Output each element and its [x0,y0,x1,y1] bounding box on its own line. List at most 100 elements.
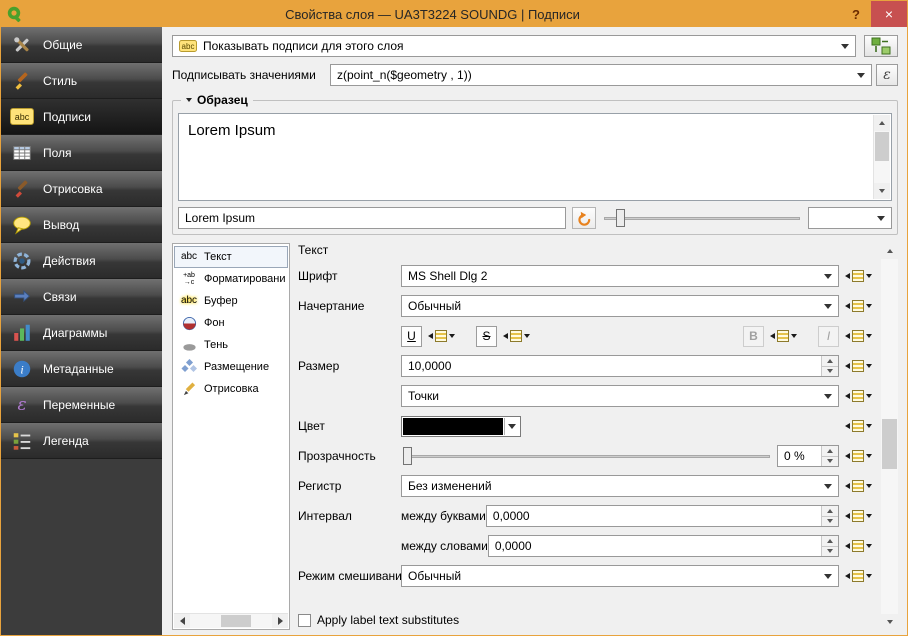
data-defined-word-spacing-button[interactable] [843,536,873,557]
scroll-thumb[interactable] [882,419,897,469]
scroll-thumb[interactable] [221,615,251,627]
data-defined-bold-button[interactable] [768,326,798,347]
close-button[interactable]: × [871,1,907,27]
transparency-slider[interactable] [401,445,772,467]
sidebar-item-label: Диаграммы [43,326,107,340]
word-spacing-spinbox[interactable] [488,535,839,557]
data-defined-units-button[interactable] [843,386,873,407]
tab-list-hscrollbar[interactable] [174,613,288,628]
transparency-input[interactable] [778,446,821,466]
transparency-spinbox[interactable] [777,445,839,467]
letter-spacing-spinbox[interactable] [486,505,839,527]
scroll-right-button[interactable] [272,614,288,628]
scroll-thumb[interactable] [875,132,889,161]
reset-sample-button[interactable] [572,207,596,229]
sidebar-item-display[interactable]: Вывод [1,207,162,243]
sidebar-item-legend[interactable]: Легенда [1,423,162,459]
data-defined-case-button[interactable] [843,476,873,497]
size-input[interactable] [402,356,821,376]
substitutes-checkbox[interactable] [298,614,311,627]
sidebar-item-style[interactable]: Стиль [1,63,162,99]
expression-builder-button[interactable]: ε [876,64,898,86]
transparency-row: Прозрачность [298,445,873,467]
chevron-down-icon [877,216,885,221]
preview-scrollbar[interactable] [873,115,890,199]
tab-background[interactable]: Фон [174,312,288,334]
tab-formatting[interactable]: +ab→c Форматировани [174,268,288,290]
data-defined-letter-spacing-button[interactable] [843,506,873,527]
sample-background-combo[interactable] [808,207,892,229]
tab-text[interactable]: abc Текст [174,246,288,268]
underline-button[interactable]: U [401,326,422,347]
size-spinbox[interactable] [401,355,839,377]
data-defined-style-button[interactable] [843,296,873,317]
spin-up-button[interactable] [822,536,838,547]
blend-mode-combo[interactable]: Обычный [401,565,839,587]
sample-text-row [178,207,892,229]
spin-down-button[interactable] [822,547,838,557]
scroll-down-button[interactable] [874,183,890,199]
slider-thumb[interactable] [616,209,625,227]
sidebar-item-labels[interactable]: abc Подписи [1,99,162,135]
sample-group-title[interactable]: Образец [181,93,253,107]
data-defined-size-button[interactable] [843,356,873,377]
sidebar-item-actions[interactable]: Действия [1,243,162,279]
data-defined-strikeout-button[interactable] [501,326,531,347]
style-combo[interactable]: Обычный [401,295,839,317]
scroll-up-button[interactable] [874,115,890,131]
data-defined-blend-button[interactable] [843,566,873,587]
sample-preview: Lorem Ipsum [178,113,892,201]
spin-up-button[interactable] [822,356,838,367]
tab-rendering[interactable]: Отрисовка [174,378,288,400]
show-labels-combo[interactable]: abc Показывать подписи для этого слоя [172,35,856,57]
slider-thumb[interactable] [403,447,412,465]
word-spacing-input[interactable] [489,536,821,556]
data-defined-underline-button[interactable] [426,326,456,347]
spin-down-button[interactable] [822,457,838,467]
bar-chart-icon [10,321,34,345]
panel-vscrollbar[interactable] [881,243,898,630]
automated-placement-button[interactable] [864,35,898,57]
sidebar-item-general[interactable]: Общие [1,27,162,63]
scroll-up-button[interactable] [881,243,898,259]
spin-up-button[interactable] [822,446,838,457]
scroll-track[interactable] [881,259,898,614]
strikeout-button[interactable]: S [476,326,497,347]
scroll-left-button[interactable] [174,614,190,628]
letter-spacing-input[interactable] [487,506,821,526]
sidebar-item-rendering[interactable]: Отрисовка [1,171,162,207]
spacing-label: Интервал [298,509,401,523]
expression-combo[interactable] [330,64,872,86]
sidebar-item-diagrams[interactable]: Диаграммы [1,315,162,351]
sidebar-item-label: Поля [43,146,72,160]
help-button[interactable]: ? [841,1,871,27]
background-sphere-icon [178,316,200,331]
color-dropdown-arrow[interactable] [504,418,519,435]
font-combo[interactable]: MS Shell Dlg 2 [401,265,839,287]
spin-up-button[interactable] [822,506,838,517]
units-combo[interactable]: Точки [401,385,839,407]
data-defined-color-button[interactable] [843,416,873,437]
spin-down-button[interactable] [822,517,838,527]
tab-label: Текст [204,251,232,263]
tab-buffer[interactable]: abc Буфер [174,290,288,312]
sidebar-item-metadata[interactable]: i Метаданные [1,351,162,387]
data-defined-font-button[interactable] [843,266,873,287]
case-combo[interactable]: Без изменений [401,475,839,497]
tab-placement[interactable]: Размещение [174,356,288,378]
scroll-track[interactable] [190,614,272,628]
sidebar-item-fields[interactable]: Поля [1,135,162,171]
sample-text-input[interactable] [178,207,566,229]
scroll-track[interactable] [874,131,890,183]
sidebar-item-variables[interactable]: ε Переменные [1,387,162,423]
sidebar-item-joins[interactable]: Связи [1,279,162,315]
spin-down-button[interactable] [822,367,838,377]
sample-preview-text: Lorem Ipsum [188,122,276,139]
tab-shadow[interactable]: Тень [174,334,288,356]
data-defined-transparency-button[interactable] [843,446,873,467]
color-button[interactable] [401,416,521,437]
scroll-down-button[interactable] [881,614,898,630]
sample-zoom-slider[interactable] [602,207,802,229]
data-defined-italic-button[interactable] [843,326,873,347]
expression-input[interactable] [337,68,851,82]
